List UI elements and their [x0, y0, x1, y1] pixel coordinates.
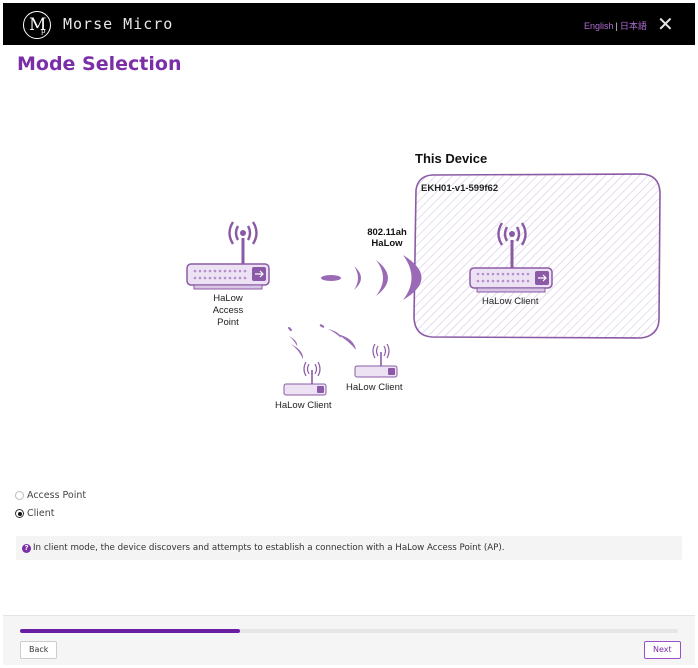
page-title: Mode Selection [17, 53, 182, 75]
lang-japanese-link[interactable]: 日本語 [620, 21, 647, 31]
brand-name: Morse Micro [63, 15, 174, 33]
access-point-label-line2: Access [212, 305, 244, 316]
access-point-label-line1: HaLow [213, 293, 243, 304]
lang-english-link[interactable]: English [584, 21, 614, 31]
halow-signal-waves [321, 255, 422, 300]
wizard-progress-fill [20, 629, 241, 633]
small-client-router-icon-2 [354, 343, 398, 378]
this-device-client-label: HaLow Client [482, 296, 539, 307]
wizard-footer: Back Next [3, 615, 695, 665]
back-button[interactable]: Back [20, 641, 58, 659]
this-device-box [413, 173, 661, 339]
morse-micro-logo: M p [23, 11, 51, 39]
link-label-line2: HaLow [371, 238, 403, 249]
this-device-heading: This Device [415, 151, 488, 166]
question-icon: ? [22, 543, 31, 553]
small-client-label-2: HaLow Client [346, 382, 403, 393]
wizard-progress-bar [20, 629, 678, 633]
next-button[interactable]: Next [644, 641, 681, 659]
access-point-option-label: Access Point [27, 490, 87, 501]
access-point-radio[interactable] [15, 491, 24, 500]
this-device-router-icon [469, 222, 553, 293]
link-label-line1: 802.11ah [367, 227, 407, 238]
client-radio[interactable] [15, 509, 24, 518]
mode-selection-page: M p Morse Micro English | 日本語 ✕ Mode Selec… [0, 0, 698, 668]
language-switcher: English | 日本語 [584, 19, 647, 32]
mode-option-access-point[interactable]: Access Point [15, 490, 86, 501]
close-icon[interactable]: ✕ [657, 12, 674, 36]
mode-info-text: In client mode, the device discovers and… [33, 543, 505, 553]
top-bar: M p Morse Micro English | 日本語 ✕ [3, 3, 695, 45]
device-id-label: EKH01-v1-599f62 [421, 183, 499, 194]
access-point-label-line3: Point [217, 317, 239, 328]
access-point-router-icon [186, 221, 270, 290]
access-point-label: HaLow Access Point [198, 293, 258, 329]
network-diagram [186, 173, 661, 396]
small-client-router-icon-1 [283, 361, 327, 396]
link-label: 802.11ah HaLow [352, 227, 422, 249]
logo-subscript: p [41, 27, 46, 35]
mode-option-client[interactable]: Client [15, 508, 55, 519]
small-client-label-1: HaLow Client [275, 400, 332, 411]
mode-info-box: ? In client mode, the device discovers a… [16, 536, 682, 560]
secondary-signal-waves [288, 324, 356, 359]
client-option-label: Client [27, 508, 55, 519]
